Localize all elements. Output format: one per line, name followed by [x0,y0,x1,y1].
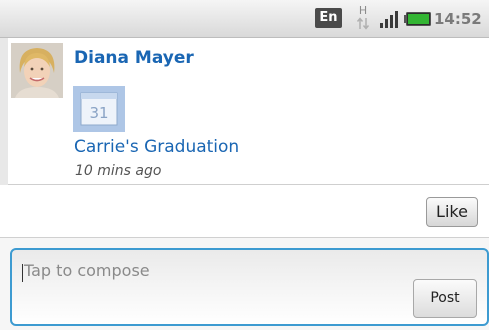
status-bar: En H 14:52 [0,0,489,38]
action-row: Like [0,185,489,238]
status-clock: 14:52 [434,10,482,28]
like-button[interactable]: Like [426,197,478,227]
battery-icon [404,12,431,26]
compose-area: Tap to compose Post [0,238,489,330]
author-name[interactable]: Diana Mayer [74,48,194,68]
feed-item[interactable]: Diana Mayer 31 Carrie's Graduation 10 mi… [8,38,489,185]
calendar-icon[interactable]: 31 [73,86,125,132]
avatar[interactable] [11,43,63,98]
network-type-label: H [359,4,367,17]
post-timestamp: 10 mins ago [75,163,162,179]
compose-input[interactable]: Tap to compose Post [10,248,489,326]
calendar-day: 31 [89,104,108,122]
text-cursor [22,264,23,282]
data-activity-icon: H [356,4,370,30]
compose-placeholder: Tap to compose [24,261,150,280]
event-link[interactable]: Carrie's Graduation [74,137,239,157]
input-method-badge: En [315,8,342,28]
post-button[interactable]: Post [413,279,477,318]
signal-icon [380,11,398,28]
